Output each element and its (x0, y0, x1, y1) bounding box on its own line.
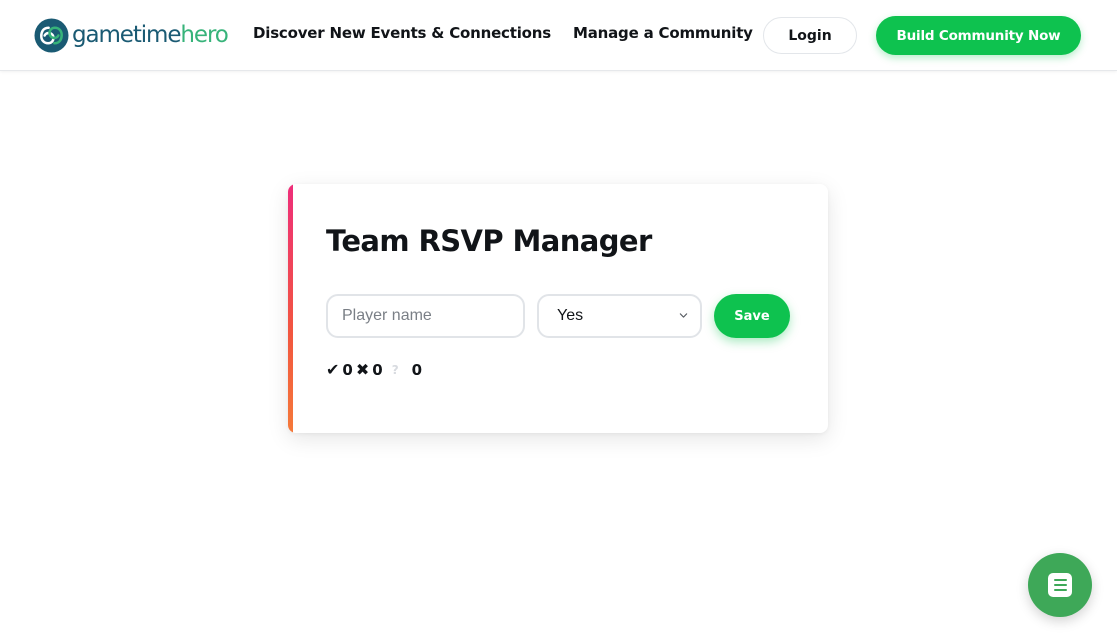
save-button[interactable]: Save (714, 294, 790, 338)
nav-manage-community[interactable]: Manage a Community (573, 24, 753, 42)
logo-wordmark-part2: hero (180, 21, 228, 48)
rsvp-tally: ✔ 0 ✖ 0 ? 0 (326, 361, 425, 379)
chat-launcher-button[interactable] (1028, 553, 1092, 617)
build-community-button[interactable]: Build Community Now (876, 16, 1081, 55)
login-button[interactable]: Login (763, 17, 857, 54)
rsvp-status-select[interactable]: Yes (537, 294, 702, 338)
gametimehero-logo[interactable]: gametimehero (34, 17, 229, 53)
maybe-count: 0 (411, 361, 423, 379)
check-icon: ✔ (326, 360, 340, 379)
logo-mark-icon (34, 17, 69, 53)
logo-wordmark-part1: gametime (72, 21, 182, 48)
chat-icon (1048, 573, 1072, 597)
top-navbar: gametimehero Discover New Events & Conne… (0, 0, 1117, 71)
rsvp-status-selected: Yes (557, 307, 584, 324)
card-title: Team RSVP Manager (326, 224, 652, 258)
yes-count: 0 (342, 361, 353, 379)
nav-discover-events[interactable]: Discover New Events & Connections (253, 24, 551, 42)
no-count: 0 (372, 361, 383, 379)
question-icon: ? (391, 363, 399, 377)
player-name-input[interactable] (326, 294, 525, 338)
card-accent-bar (288, 184, 293, 433)
rsvp-manager-card: Team RSVP Manager Yes Save ✔ 0 ✖ 0 ? 0 (288, 184, 828, 433)
cross-icon: ✖ (355, 360, 370, 379)
logo-wordmark: gametimehero (72, 21, 229, 48)
chevron-down-icon (679, 313, 688, 318)
